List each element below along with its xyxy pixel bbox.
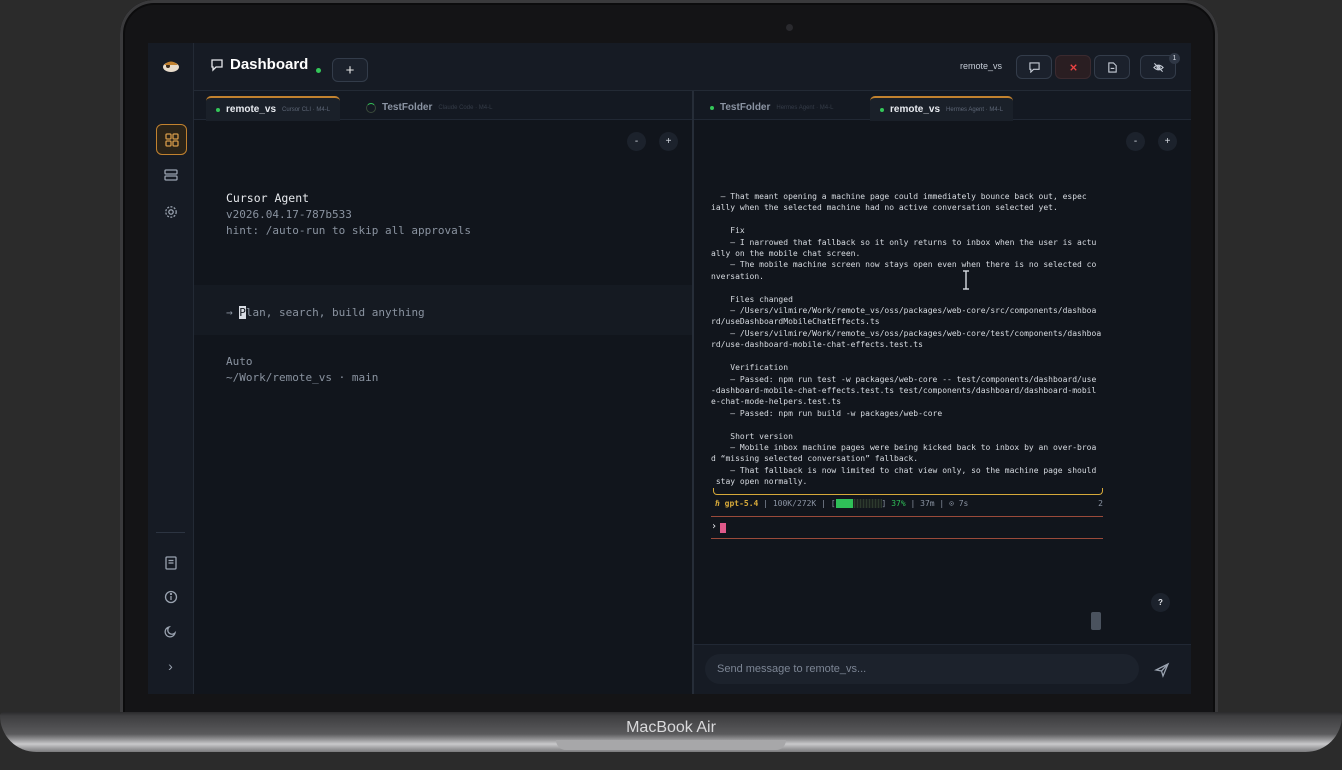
cwd-branch: ~/Work/remote_vs · main	[226, 371, 379, 384]
tab-testfolder[interactable]: TestFolder Hermes Agent · M4-L	[700, 96, 843, 119]
sidebar-expand-button[interactable]: ›	[156, 651, 185, 680]
info-icon	[164, 590, 177, 603]
terminal-cursor[interactable]	[720, 523, 726, 533]
zoom-in-button[interactable]: +	[659, 132, 678, 151]
prompt-placeholder: lan, search, build anything	[245, 306, 425, 319]
input-border-bottom	[711, 538, 1103, 539]
notifications-button[interactable]	[1185, 55, 1191, 77]
prompt-input[interactable]: → Plan, search, build anything	[226, 306, 425, 319]
prompt-chevron-icon: ›	[711, 521, 718, 532]
sidebar-item-machines[interactable]	[156, 160, 185, 189]
tab-name: remote_vs	[890, 104, 941, 115]
prompt-arrow: →	[226, 306, 240, 319]
text-cursor-icon	[963, 270, 969, 290]
tab-remote-vs[interactable]: remote_vs Hermes Agent · M4-L	[870, 96, 1014, 121]
sidebar: ›	[148, 43, 194, 694]
gear-icon	[164, 205, 177, 218]
loading-spinner-icon	[366, 102, 376, 113]
book-icon	[164, 555, 177, 570]
agent-title: Cursor Agent	[226, 191, 310, 205]
tab-remote-vs[interactable]: remote_vs Cursor CLI · M4-L	[206, 96, 341, 121]
tab-subtitle: Cursor CLI · M4-L	[282, 106, 331, 113]
terminal-cursor: P	[239, 306, 246, 319]
status-dot	[880, 107, 884, 112]
tab-name: remote_vs	[226, 104, 277, 115]
tab-bar-left: remote_vs Cursor CLI · M4-L TestFolder C…	[194, 91, 692, 121]
disconnect-button[interactable]	[1055, 55, 1091, 79]
agent-output-log: – That meant opening a machine page coul…	[711, 192, 1102, 487]
last-response-time: ⊙ 7s	[949, 499, 969, 508]
server-icon	[163, 168, 178, 181]
status-dot	[216, 107, 220, 112]
separator: |	[939, 499, 945, 508]
close-icon	[1069, 63, 1077, 71]
tab-subtitle: Hermes Agent · M4-L	[776, 104, 834, 111]
zoom-out-button[interactable]: -	[1126, 132, 1145, 151]
help-button[interactable]: ?	[1151, 593, 1170, 612]
file-icon	[1107, 61, 1117, 73]
terminal-pane-right: TestFolder Hermes Agent · M4-L remote_vs…	[694, 91, 1191, 694]
eye-off-icon	[1152, 62, 1164, 72]
agent-hint: hint: /auto-run to skip all approvals	[226, 224, 472, 237]
status-dot	[710, 105, 714, 110]
sidebar-item-settings[interactable]	[156, 197, 185, 226]
camera	[786, 24, 793, 31]
token-count: 100K/272K	[772, 499, 817, 508]
sidebar-item-theme[interactable]	[156, 616, 185, 645]
hidden-count-badge: 1	[1169, 53, 1180, 64]
app-logo-icon	[163, 61, 179, 72]
elapsed-time: 37m	[920, 499, 935, 508]
sidebar-item-info[interactable]	[156, 582, 185, 611]
page-title: Dashboard	[230, 56, 309, 73]
message-icon	[1028, 61, 1040, 73]
tab-name: TestFolder	[382, 102, 433, 113]
mode-label: Auto	[226, 355, 253, 368]
terminal-pane-left: remote_vs Cursor CLI · M4-L TestFolder C…	[194, 91, 692, 694]
agent-version: v2026.04.17-787b533	[226, 208, 352, 221]
composer	[694, 644, 1191, 694]
input-border-top	[711, 516, 1103, 517]
zoom-in-button[interactable]: +	[1158, 132, 1177, 151]
status-trail: 2	[1098, 499, 1103, 508]
message-input[interactable]	[705, 654, 1139, 684]
tab-subtitle: Hermes Agent · M4-L	[946, 106, 1004, 113]
add-tab-button[interactable]: +	[332, 58, 368, 82]
tab-subtitle: Claude Code · M4-L	[438, 104, 493, 111]
zoom-out-button[interactable]: -	[627, 132, 646, 151]
machine-label: remote_vs	[960, 61, 1003, 71]
bar-close: ]	[881, 499, 887, 508]
chat-button[interactable]	[1016, 55, 1052, 79]
sidebar-item-docs[interactable]	[156, 548, 185, 577]
device-brand: MacBook Air	[626, 719, 716, 736]
chat-icon	[211, 59, 223, 72]
online-status-dot	[316, 68, 321, 73]
sidebar-item-dashboard[interactable]	[156, 124, 187, 155]
model-name: gpt-5.4	[724, 499, 759, 508]
grid-icon	[164, 132, 179, 147]
scrollbar-thumb[interactable]	[1091, 612, 1101, 630]
laptop-notch	[556, 740, 786, 750]
model-glyph: ℏ	[715, 499, 720, 508]
moon-icon	[163, 625, 176, 638]
context-percent: 37%	[891, 499, 906, 508]
chevron-right-icon: ›	[168, 657, 173, 674]
tab-bar-right: TestFolder Hermes Agent · M4-L remote_vs…	[694, 91, 1191, 121]
screen: › Dashboard + remote_vs 1 remote_vs Curs…	[148, 43, 1191, 694]
context-progress-fill	[835, 499, 853, 508]
separator: |	[821, 499, 826, 508]
sidebar-divider	[156, 532, 185, 533]
context-progress-bar	[835, 499, 882, 508]
top-bar: Dashboard + remote_vs 1	[194, 43, 1191, 91]
separator: |	[910, 499, 916, 508]
separator: |	[763, 499, 769, 508]
send-icon[interactable]	[1154, 662, 1170, 678]
response-frame	[713, 488, 1103, 495]
files-button[interactable]	[1094, 55, 1130, 79]
status-line: ℏ gpt-5.4 | 100K/272K | [] 37% | 37m | ⊙…	[715, 499, 1103, 511]
tab-name: TestFolder	[720, 102, 771, 113]
tab-testfolder[interactable]: TestFolder Claude Code · M4-L	[356, 96, 502, 119]
